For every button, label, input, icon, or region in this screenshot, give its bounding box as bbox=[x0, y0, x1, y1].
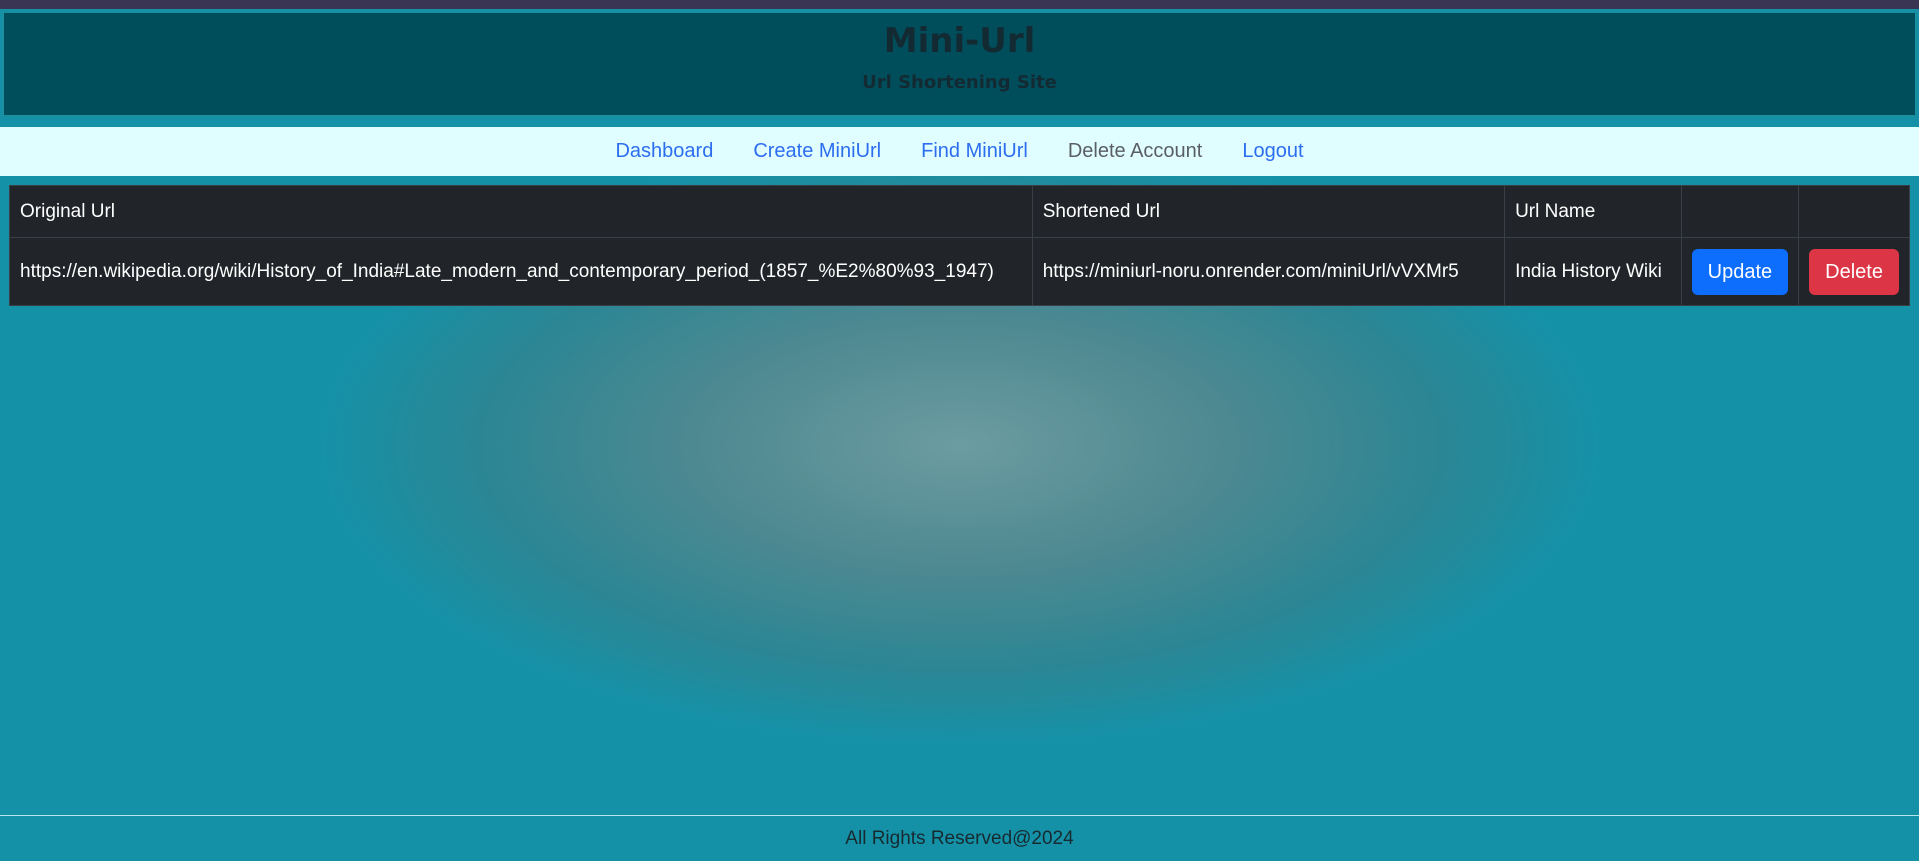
cell-update: Update bbox=[1680, 237, 1800, 306]
site-subtitle: Url Shortening Site bbox=[862, 72, 1057, 93]
cell-url-name: India History Wiki bbox=[1504, 237, 1682, 306]
nav-delete-account[interactable]: Delete Account bbox=[1068, 140, 1203, 163]
cell-delete: Delete bbox=[1798, 237, 1910, 306]
site-header: Mini-Url Url Shortening Site bbox=[2, 11, 1917, 117]
delete-button[interactable]: Delete bbox=[1809, 248, 1899, 295]
nav-create-miniurl[interactable]: Create MiniUrl bbox=[753, 140, 881, 163]
site-footer: All Rights Reserved@2024 bbox=[0, 815, 1919, 861]
header-shortened-url: Shortened Url bbox=[1031, 185, 1506, 238]
table-row: https://en.wikipedia.org/wiki/History_of… bbox=[9, 237, 1910, 306]
cell-original-url: https://en.wikipedia.org/wiki/History_of… bbox=[9, 237, 1033, 306]
nav-bar: Dashboard Create MiniUrl Find MiniUrl De… bbox=[0, 127, 1919, 176]
header-delete-col bbox=[1798, 185, 1910, 238]
top-strip bbox=[0, 0, 1919, 9]
cell-shortened-url: https://miniurl-noru.onrender.com/miniUr… bbox=[1031, 237, 1506, 306]
update-button[interactable]: Update bbox=[1691, 248, 1789, 295]
nav-dashboard[interactable]: Dashboard bbox=[615, 140, 713, 163]
header-original-url: Original Url bbox=[9, 185, 1033, 238]
footer-text: All Rights Reserved@2024 bbox=[845, 827, 1074, 849]
url-table: Original Url Shortened Url Url Name http… bbox=[9, 185, 1910, 306]
site-title: Mini-Url bbox=[883, 21, 1036, 61]
table-header-row: Original Url Shortened Url Url Name bbox=[9, 185, 1910, 238]
header-update-col bbox=[1680, 185, 1800, 238]
nav-logout[interactable]: Logout bbox=[1242, 140, 1303, 163]
header-url-name: Url Name bbox=[1504, 185, 1682, 238]
nav-find-miniurl[interactable]: Find MiniUrl bbox=[921, 140, 1028, 163]
